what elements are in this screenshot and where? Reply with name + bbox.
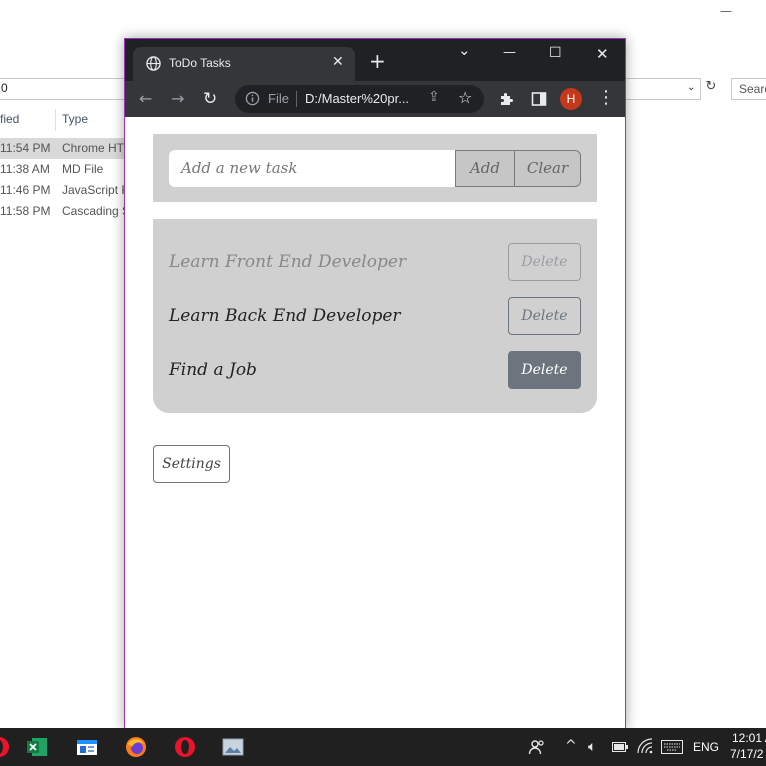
chevron-down-icon[interactable]: ⌄ [687, 82, 695, 93]
bookmark-star-icon[interactable]: ☆ [458, 88, 472, 107]
close-icon[interactable]: ✕ [332, 54, 344, 70]
url-text[interactable]: D:/Master%20pr... [305, 91, 409, 106]
column-divider[interactable] [55, 109, 56, 131]
opera-icon[interactable] [0, 736, 10, 758]
file-type: Chrome HT [62, 141, 125, 155]
taskbar: ^ 🔈︎ ENG 12:01 A 7/17/2 [0, 728, 766, 766]
file-type: JavaScript F [62, 183, 129, 197]
clock-date[interactable]: 7/17/2 [730, 747, 763, 761]
window-close-icon[interactable]: ✕ [596, 45, 609, 63]
file-explorer-icon[interactable] [76, 736, 98, 758]
keyboard-icon[interactable] [661, 740, 683, 754]
info-icon[interactable] [245, 91, 260, 106]
file-modified: 11:46 PM [0, 183, 51, 197]
address-bar[interactable]: File D:/Master%20pr... ⇪ ☆ [235, 85, 484, 113]
refresh-icon[interactable]: ↻ [702, 79, 720, 99]
explorer-search-box[interactable]: Searc [731, 78, 766, 100]
explorer-minimize-button[interactable]: — [720, 4, 732, 18]
file-modified: 11:38 AM [0, 162, 50, 176]
people-icon[interactable] [528, 738, 546, 756]
explorer-column-headers: fied Type [0, 109, 130, 131]
reload-icon[interactable]: ↻ [203, 89, 217, 109]
delete-button[interactable]: Delete [508, 297, 581, 335]
wifi-icon[interactable] [637, 738, 653, 754]
minimize-icon[interactable]: — [503, 45, 516, 60]
url-divider [296, 91, 297, 107]
tray-overflow-chevron[interactable]: ^ [565, 737, 577, 755]
forward-icon[interactable]: → [171, 89, 184, 109]
firefox-icon[interactable] [125, 736, 147, 758]
task-text[interactable]: Learn Front End Developer [169, 252, 406, 272]
browser-window: ToDo Tasks ✕ + ⌄ — ☐ ✕ ← → ↻ File D:/Mas… [124, 38, 626, 730]
file-modified: 11:58 PM [0, 204, 51, 218]
task-list: Learn Front End Developer Delete Learn B… [153, 219, 597, 413]
side-panel-icon[interactable] [531, 91, 547, 107]
tab-title: ToDo Tasks [169, 56, 231, 70]
browser-title-bar[interactable]: ToDo Tasks ✕ + ⌄ — ☐ ✕ [125, 39, 625, 81]
speaker-icon[interactable]: 🔈︎ [588, 738, 596, 756]
file-type: Cascading S [62, 204, 131, 218]
new-tab-button[interactable]: + [369, 51, 386, 71]
task-text[interactable]: Find a Job [169, 360, 257, 380]
url-scheme: File [268, 91, 289, 106]
file-type: MD File [62, 162, 104, 176]
file-row[interactable]: 11:58 PM Cascading S [0, 201, 130, 222]
add-button[interactable]: Add [455, 150, 515, 187]
clear-button[interactable]: Clear [514, 150, 581, 187]
settings-button[interactable]: Settings [153, 445, 230, 483]
tab-search-icon[interactable]: ⌄ [458, 41, 471, 59]
browser-tab[interactable]: ToDo Tasks ✕ [133, 47, 355, 81]
column-header-modified[interactable]: fied [0, 112, 19, 126]
maximize-icon[interactable]: ☐ [549, 45, 562, 61]
add-task-panel: Add a new task Add Clear [153, 134, 597, 202]
explorer-search-placeholder: Searc [739, 82, 766, 96]
photo-app-icon[interactable] [222, 736, 244, 758]
profile-avatar[interactable]: H [560, 88, 582, 110]
puzzle-icon[interactable] [499, 91, 515, 107]
file-row[interactable]: 11:38 AM MD File [0, 159, 130, 180]
battery-icon[interactable] [612, 742, 628, 752]
task-input[interactable]: Add a new task [169, 150, 456, 187]
globe-icon [146, 56, 161, 71]
input-language[interactable]: ENG [693, 740, 719, 754]
menu-icon[interactable]: ⋮ [597, 88, 615, 108]
file-row[interactable]: 11:46 PM JavaScript F [0, 180, 130, 201]
task-text[interactable]: Learn Back End Developer [169, 306, 401, 326]
share-icon[interactable]: ⇪ [428, 89, 440, 105]
excel-icon[interactable] [26, 736, 48, 758]
opera-icon[interactable] [174, 736, 196, 758]
page-viewport: Add a new task Add Clear Learn Front End… [125, 117, 625, 729]
column-header-type[interactable]: Type [62, 112, 88, 126]
delete-button[interactable]: Delete [508, 351, 581, 389]
explorer-address-text: 0 [1, 81, 8, 95]
back-icon[interactable]: ← [139, 89, 152, 109]
clock-time[interactable]: 12:01 A [732, 731, 766, 745]
delete-button[interactable]: Delete [508, 243, 581, 281]
desktop: — 0 ⌄ ↻ Searc fied Type 11:54 PM Chrome … [0, 0, 766, 766]
browser-toolbar: ← → ↻ File D:/Master%20pr... ⇪ ☆ H ⋮ [125, 81, 625, 117]
file-row[interactable]: 11:54 PM Chrome HT [0, 138, 130, 159]
file-modified: 11:54 PM [0, 141, 51, 155]
